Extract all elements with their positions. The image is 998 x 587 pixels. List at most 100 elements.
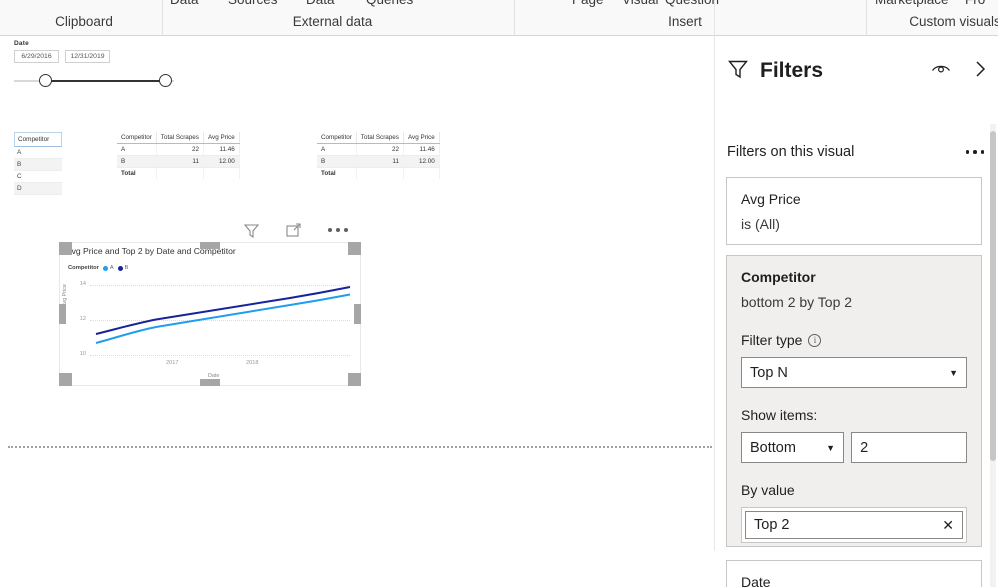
page-boundary [8,446,712,448]
ribbon-cmd-marketplace[interactable]: Marketplace [875,0,949,7]
cell-competitor: A [317,143,357,156]
show-items-count-value: 2 [860,439,869,456]
slicer-item-b[interactable]: B [14,159,62,171]
date-slicer[interactable]: Date 6/29/2016 12/31/2019 [14,40,184,92]
filters-pane-title: Filters [760,59,824,82]
legend-item-b[interactable]: B [117,265,129,271]
ribbon-cmd-data-1[interactable]: Data [170,0,199,7]
show-items-count-input[interactable]: 2 [851,432,967,463]
slicer-item-a[interactable]: A [14,147,62,159]
slider-handle-right[interactable] [159,74,172,87]
col-competitor[interactable]: Competitor [117,132,157,144]
cell-competitor: A [117,143,157,156]
col-competitor[interactable]: Competitor [317,132,357,144]
slicer-item-d[interactable]: D [14,183,62,195]
selection-handle-right[interactable] [354,304,361,324]
ribbon-cmd-data-2[interactable]: Data [306,0,335,7]
selection-handle-top[interactable] [200,242,220,249]
report-canvas[interactable]: Date 6/29/2016 12/31/2019 Competitor A B… [0,36,714,587]
table-row[interactable]: A 22 11.46 [117,143,240,156]
series-line-a [95,293,351,344]
table-total-row: Total [117,167,240,179]
selection-handle-bl[interactable] [59,373,72,386]
show-items-direction-dropdown[interactable]: Bottom ▼ [741,432,845,463]
chart-series-svg [95,286,351,344]
show-items-direction-value: Bottom [750,439,796,456]
cell-competitor: B [317,155,357,168]
selection-handle-left[interactable] [59,304,66,324]
table-row[interactable]: B 11 12.00 [317,155,440,168]
table-row[interactable]: B 11 12.00 [117,155,240,168]
xtick-2018: 2018 [246,360,259,366]
filter-icon[interactable] [240,219,262,241]
filter-card-date[interactable]: Date [726,560,982,587]
competitor-slicer[interactable]: Competitor A B C D [14,132,62,195]
ribbon-commands-row: Data Sources Data Queries Page Visual Qu… [0,0,998,8]
selection-handle-br[interactable] [348,373,361,386]
table-visual-right[interactable]: Competitor Total Scrapes Avg Price A 22 … [317,132,440,179]
col-avg-price[interactable]: Avg Price [403,132,440,144]
filters-section-more-icon[interactable] [965,150,984,154]
filter-card-title: Date [741,574,771,587]
selection-handle-tl[interactable] [59,242,72,255]
line-chart-visual[interactable]: Avg Price and Top 2 by Date and Competit… [59,242,361,386]
ribbon-cmd-from[interactable]: Fro [965,0,985,7]
by-value-field-chip[interactable]: Top 2 ✕ [745,511,963,539]
filter-type-label: Filter type [741,332,803,348]
ribbon-cmd-page[interactable]: Page [572,0,604,7]
col-total-scrapes[interactable]: Total Scrapes [156,132,204,144]
cell-avg-price: 11.46 [203,143,240,156]
chevron-down-icon: ▼ [949,367,958,378]
cell-total-scrapes-total [156,167,204,179]
date-slicer-slider[interactable] [14,74,174,88]
col-avg-price[interactable]: Avg Price [203,132,240,144]
by-value-dropzone[interactable]: Top 2 ✕ [741,507,967,543]
filter-type-label-row: Filter type i [741,332,967,348]
date-slicer-start-input[interactable]: 6/29/2016 [14,50,59,63]
table-row[interactable]: A 22 11.46 [317,143,440,156]
filter-type-dropdown[interactable]: Top N ▼ [741,357,967,388]
funnel-icon [727,58,749,85]
ribbon: Data Sources Data Queries Page Visual Qu… [0,0,998,36]
ribbon-cmd-question[interactable]: Question [665,0,719,7]
show-items-row: Bottom ▼ 2 [741,432,967,463]
cell-total-scrapes: 22 [356,143,404,156]
filter-card-avg-price[interactable]: Avg Price is (All) [726,177,982,245]
filters-pane-scrollbar[interactable] [990,131,996,461]
legend-item-a[interactable]: A [102,265,114,271]
visual-hover-toolbar[interactable] [240,219,352,241]
legend-label-b: B [124,265,129,271]
selection-handle-bottom[interactable] [200,379,220,386]
more-options-icon[interactable] [324,228,352,232]
date-slicer-end-input[interactable]: 12/31/2019 [65,50,110,63]
filters-pane-header: Filters [727,54,988,88]
cell-avg-price-total [403,167,440,179]
cell-total-label: Total [117,167,157,179]
legend-title: Competitor [68,265,99,271]
focus-mode-icon[interactable] [282,219,304,241]
filter-card-title: Competitor [741,269,816,285]
info-icon[interactable]: i [808,333,822,347]
ribbon-cmd-visual[interactable]: Visual [622,0,659,7]
selection-handle-tr[interactable] [348,242,361,255]
cell-avg-price: 12.00 [403,155,440,168]
close-icon[interactable]: ✕ [942,517,954,534]
filters-on-visual-label: Filters on this visual [727,144,855,160]
slider-handle-left[interactable] [39,74,52,87]
legend-swatch-a [102,265,108,271]
chevron-down-icon: ▼ [826,442,836,453]
ribbon-cmd-sources[interactable]: Sources [228,0,278,7]
cell-total-scrapes: 11 [356,155,404,168]
eye-icon[interactable] [931,62,951,81]
filter-card-competitor[interactable]: Competitor bottom 2 by Top 2 Filter type… [726,255,982,576]
ribbon-cmd-queries[interactable]: Queries [366,0,413,7]
slicer-item-c[interactable]: C [14,171,62,183]
by-value-label: By value [741,482,795,498]
xtick-2017: 2017 [166,360,179,366]
ribbon-group-clipboard: Clipboard [55,14,113,29]
col-total-scrapes[interactable]: Total Scrapes [356,132,404,144]
table-visual-left[interactable]: Competitor Total Scrapes Avg Price A 22 … [117,132,240,179]
chart-legend: Competitor A B [68,265,128,271]
chart-plot-area: 14 12 10 2017 2018 Date Avg Price [60,273,362,387]
chevron-right-icon[interactable] [973,59,988,84]
